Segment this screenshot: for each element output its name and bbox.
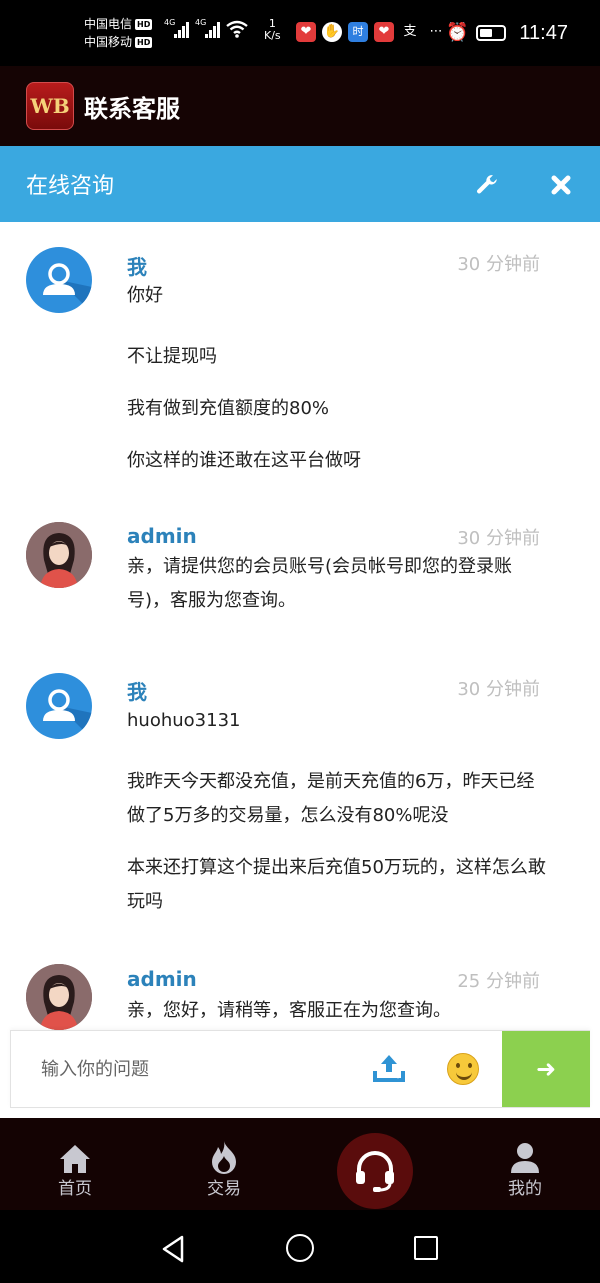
network-speed: 1 K/s bbox=[264, 17, 281, 42]
message-time: 25 分钟前 bbox=[457, 971, 540, 992]
nav-label: 交易 bbox=[207, 1179, 241, 1199]
message-text: huohuo3131 bbox=[127, 710, 241, 731]
app-notification-icon: ❤ bbox=[374, 22, 394, 42]
recent-apps-icon[interactable] bbox=[414, 1236, 438, 1260]
arrow-right-icon: ➜ bbox=[535, 1055, 557, 1083]
admin-avatar bbox=[26, 522, 92, 588]
carrier-2: 中国移动 bbox=[84, 35, 133, 49]
signal-icon: 4G bbox=[164, 18, 189, 38]
carrier-info: 中国电信 HD 中国移动 HD bbox=[84, 15, 153, 51]
sender-name: admin bbox=[127, 967, 197, 991]
chat-header: 在线咨询 bbox=[0, 146, 600, 222]
message-input[interactable] bbox=[11, 1031, 351, 1107]
hd-badge: HD bbox=[135, 37, 153, 48]
user-avatar bbox=[26, 247, 92, 313]
battery-icon bbox=[476, 25, 506, 41]
sender-name: 我 bbox=[127, 680, 147, 704]
nav-item-mine[interactable]: 我的 bbox=[485, 1138, 565, 1199]
message-input-bar: ➜ bbox=[10, 1030, 590, 1108]
headset-icon bbox=[356, 1151, 394, 1192]
message-text: 你这样的谁还敢在这平台做呀 bbox=[127, 450, 361, 471]
upload-icon[interactable] bbox=[373, 1053, 405, 1083]
back-icon[interactable] bbox=[160, 1234, 186, 1264]
message-text: 不让提现吗 bbox=[127, 346, 217, 367]
sender-name: admin bbox=[127, 524, 197, 548]
wifi-icon bbox=[226, 20, 248, 38]
app-notification-icon: 时 bbox=[348, 22, 368, 42]
app-notification-icon: 支 bbox=[403, 24, 417, 39]
nav-item-trade[interactable]: 交易 bbox=[184, 1138, 264, 1199]
message-time: 30 分钟前 bbox=[457, 254, 540, 275]
signal-icons: 4G 4G bbox=[164, 18, 248, 38]
person-icon bbox=[511, 1143, 539, 1173]
status-bar: 中国电信 HD 中国移动 HD 4G 4G 1 K/s ❤ ✋ 时 ❤ 支 ⋯ ⏰ 1… bbox=[0, 0, 600, 66]
message-text: 你好 bbox=[127, 285, 163, 306]
close-icon[interactable] bbox=[550, 174, 572, 196]
admin-avatar bbox=[26, 964, 92, 1030]
hand-icon: ✋ bbox=[322, 22, 342, 42]
hd-badge: HD bbox=[135, 19, 153, 30]
more-icon: ⋯ bbox=[429, 24, 443, 39]
nav-item-home[interactable]: 首页 bbox=[35, 1138, 115, 1199]
carrier-1: 中国电信 bbox=[84, 17, 133, 31]
customer-service-button[interactable] bbox=[337, 1133, 413, 1209]
emoji-icon[interactable] bbox=[447, 1053, 479, 1085]
clock: 11:47 bbox=[519, 22, 568, 44]
app-notification-icon: ❤ bbox=[296, 22, 316, 42]
message-time: 30 分钟前 bbox=[457, 528, 540, 549]
user-avatar bbox=[26, 673, 92, 739]
message-text: 我有做到充值额度的80% bbox=[127, 398, 330, 419]
message-text: 亲，请提供您的会员账号(会员帐号即您的登录账号)，客服为您查询。 bbox=[127, 556, 513, 611]
sender-name: 我 bbox=[127, 255, 147, 279]
message-time: 30 分钟前 bbox=[457, 679, 540, 700]
app-logo: WB bbox=[26, 82, 74, 130]
page-title: 联系客服 bbox=[84, 94, 180, 123]
message-text: 本来还打算这个提出来后充值50万玩的，这样怎么敢玩吗 bbox=[127, 857, 546, 912]
send-button[interactable]: ➜ bbox=[502, 1031, 590, 1107]
home-icon bbox=[60, 1145, 90, 1173]
bottom-nav: 首页 交易 我的 bbox=[0, 1118, 600, 1210]
wrench-icon[interactable] bbox=[474, 172, 500, 198]
message-text: 我昨天今天都没充值，是前天充值的6万，昨天已经做了5万多的交易量，怎么没有80%… bbox=[127, 771, 535, 826]
message-text: 亲，您好，请稍等，客服正在为您查询。 bbox=[127, 1000, 451, 1021]
nav-label: 首页 bbox=[58, 1179, 92, 1199]
system-nav-bar bbox=[0, 1210, 600, 1283]
home-circle-icon[interactable] bbox=[286, 1234, 314, 1262]
chat-title: 在线咨询 bbox=[26, 174, 115, 199]
signal-icon: 4G bbox=[195, 18, 220, 38]
notification-icons: ❤ ✋ 时 ❤ 支 ⋯ bbox=[296, 22, 446, 42]
alarm-icon: ⏰ bbox=[446, 22, 469, 43]
nav-label: 我的 bbox=[508, 1179, 542, 1199]
app-header: WB 联系客服 bbox=[0, 66, 600, 146]
flame-icon bbox=[212, 1141, 236, 1174]
